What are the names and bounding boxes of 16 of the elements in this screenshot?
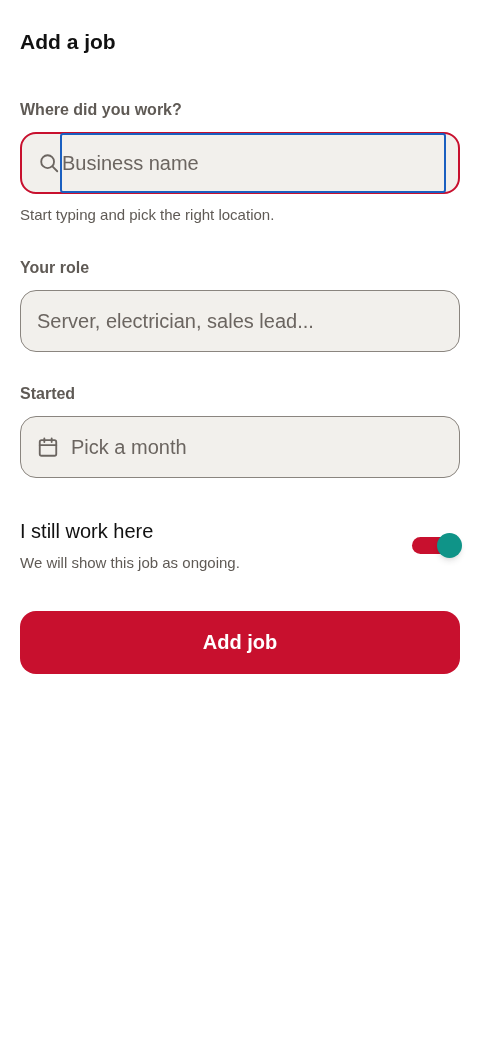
field-hint: Start typing and pick the right location.	[20, 204, 276, 225]
text-input[interactable]: Server, electrician, sales lead...	[21, 306, 443, 336]
calendar-icon	[37, 436, 59, 458]
text-input[interactable]: Business name	[60, 132, 446, 193]
search-icon	[38, 151, 60, 174]
input-field[interactable]: Pick a month	[20, 416, 460, 478]
toggle-description: We will show this job as ongoing.	[20, 553, 240, 573]
field-label: Started	[20, 384, 77, 404]
field-label: Your role	[20, 258, 91, 278]
add-job-button[interactable]: Add job	[20, 610, 460, 674]
toggle-switch[interactable]	[412, 532, 462, 559]
text-input[interactable]: Pick a month	[59, 432, 443, 462]
toggle-label: I still work here	[20, 519, 155, 544]
field-label: Where did you work?	[20, 99, 183, 120]
page-title: Add a job	[20, 29, 117, 55]
input-field[interactable]: Server, electrician, sales lead...	[20, 290, 460, 352]
